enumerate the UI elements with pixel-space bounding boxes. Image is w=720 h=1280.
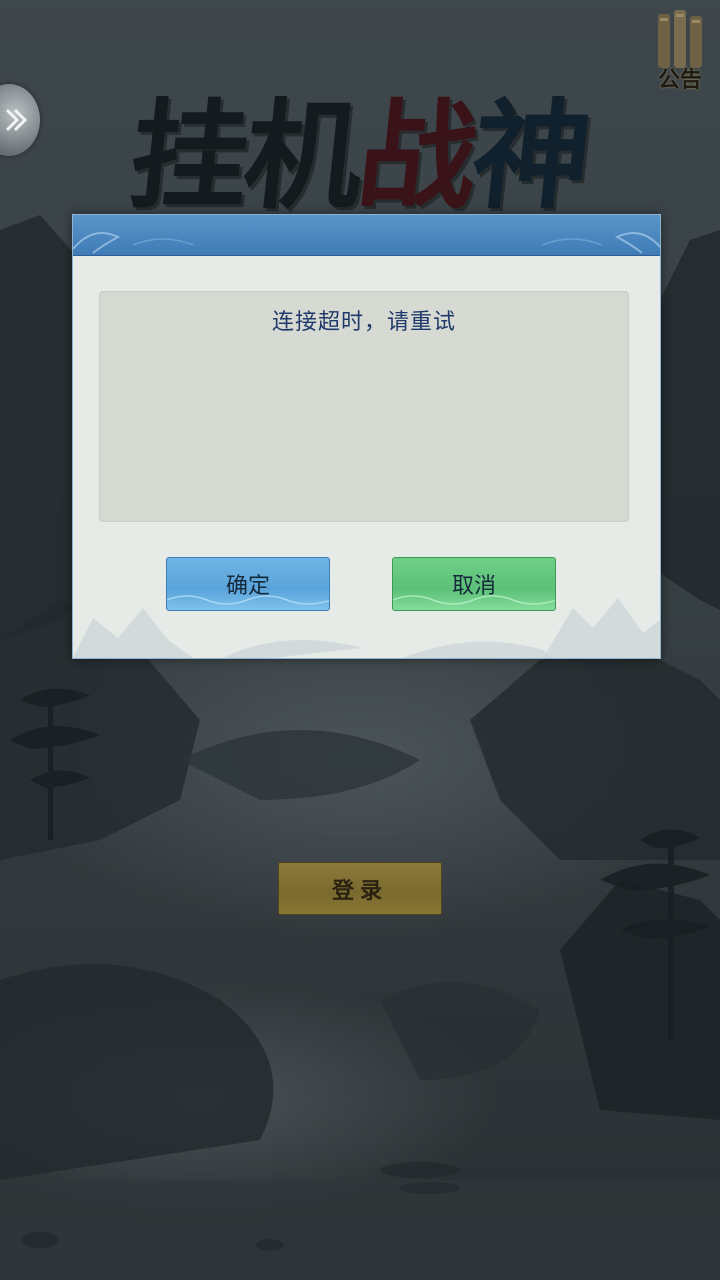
timeout-dialog: 连接超时，请重试 确定 取消: [72, 214, 661, 659]
confirm-label: 确定: [225, 574, 270, 599]
login-button[interactable]: 登录: [278, 862, 442, 915]
title-char: 战: [351, 85, 481, 225]
message-box: 连接超时，请重试: [99, 291, 629, 522]
mountain-decoration: [73, 598, 660, 658]
login-label: 登录: [331, 877, 388, 904]
cancel-label: 取消: [451, 574, 496, 599]
cancel-button[interactable]: 取消: [392, 557, 556, 611]
confirm-button[interactable]: 确定: [166, 557, 330, 611]
title-char: 挂: [123, 85, 253, 225]
cloud-pattern-decoration: [73, 232, 660, 254]
title-char: 机: [237, 85, 367, 225]
dialog-message: 连接超时，请重试: [271, 310, 456, 335]
scroll-icon: [658, 10, 702, 68]
game-title-logo: 挂 机 战 神: [112, 70, 608, 225]
double-chevron-right-icon: [5, 108, 28, 132]
notice-label[interactable]: 公告: [652, 62, 708, 94]
dialog-header: [73, 215, 660, 256]
title-char: 神: [465, 85, 595, 225]
